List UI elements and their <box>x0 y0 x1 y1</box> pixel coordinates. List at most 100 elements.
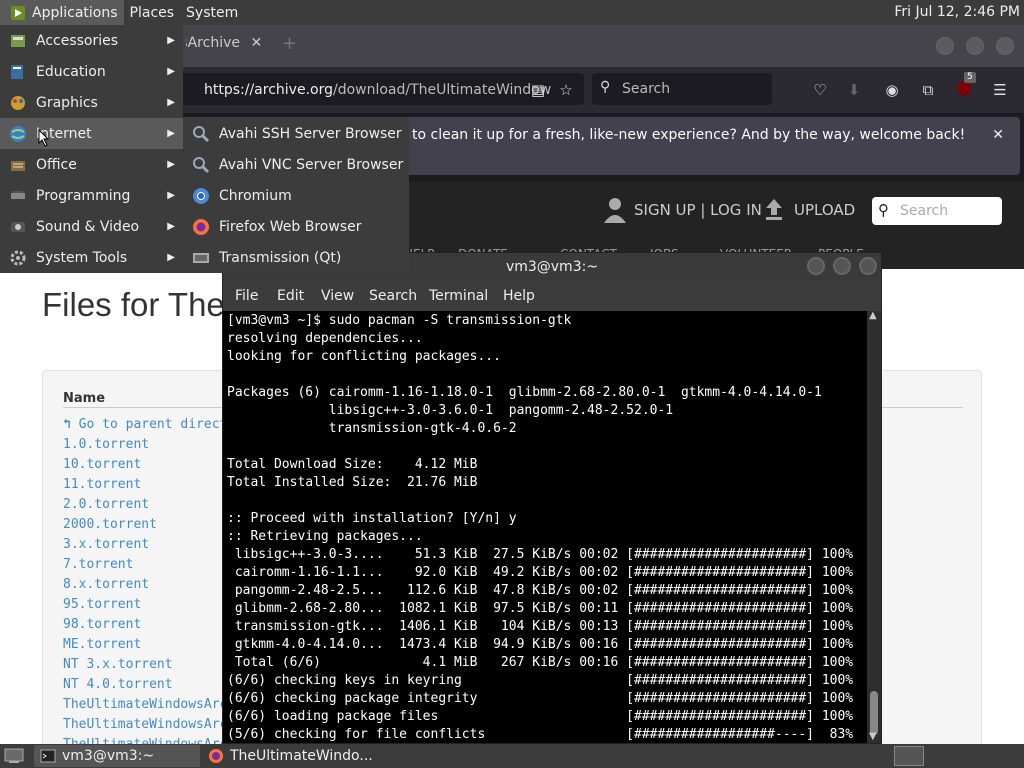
internet-submenu-item[interactable]: Avahi SSH Server Browser <box>183 118 409 149</box>
new-tab-icon[interactable]: + <box>282 33 297 54</box>
internet-submenu-item[interactable]: Firefox Web Browser <box>183 211 409 242</box>
submenu-arrow-icon: ▶ <box>167 66 175 77</box>
show-desktop-icon[interactable] <box>4 748 24 768</box>
apps-menu-item[interactable]: Programming ▶ <box>0 180 183 211</box>
notification-text: to clean it up for a fresh, like-new exp… <box>412 127 966 143</box>
apps-menu-item[interactable]: Accessories ▶ <box>0 25 183 56</box>
terminal-close-button[interactable] <box>859 257 877 275</box>
signup-login-link[interactable]: SIGN UP | LOG IN <box>634 201 762 219</box>
internet-submenu-item[interactable]: Avahi VNC Server Browser <box>183 149 409 180</box>
column-header-name[interactable]: Name <box>63 391 105 406</box>
terminal-line: libsigc++-3.0-3.6.0-1 pangomm-2.48-2.52.… <box>227 403 674 418</box>
notification-close-icon[interactable]: ✕ <box>992 127 1004 143</box>
places-menu[interactable]: Places <box>124 0 181 25</box>
upload-link[interactable]: UPLOAD <box>794 201 855 219</box>
terminal-minimize-button[interactable] <box>807 257 825 275</box>
internet-submenu-item[interactable]: Chromium <box>183 180 409 211</box>
terminal-menu-terminal[interactable]: Terminal <box>429 288 488 304</box>
accessories-icon <box>8 31 28 51</box>
terminal-line: [vm3@vm3 ~]$ sudo pacman -S transmission… <box>227 313 572 328</box>
ublock-icon[interactable]: 5 <box>954 72 976 100</box>
clock[interactable]: Fri Jul 12, 2:46 PM <box>894 4 1020 20</box>
scroll-down-arrow-icon[interactable]: ▼ <box>869 731 877 742</box>
terminal-menu-view[interactable]: View <box>321 288 354 304</box>
reader-view-icon[interactable]: ▤ <box>528 80 548 100</box>
url-bar[interactable]: https://archive.org/download/TheUltimate… <box>180 73 584 105</box>
apps-menu-item[interactable]: Education ▶ <box>0 56 183 87</box>
internet-globe-icon <box>8 124 28 144</box>
up-arrow-icon: ↰ <box>63 417 71 432</box>
system-menu[interactable]: System <box>180 0 244 25</box>
terminal-line: pangomm-2.48-2.5... 112.6 KiB 47.8 KiB/s… <box>227 583 854 598</box>
pocket-icon[interactable]: ♡ <box>810 80 830 100</box>
terminal-line: transmission-gtk... 1406.1 KiB 104 KiB/s… <box>227 619 854 634</box>
internet-submenu-item-label: Avahi VNC Server Browser <box>219 156 404 173</box>
tab-close-icon[interactable]: ✕ <box>250 35 262 51</box>
minimize-button[interactable] <box>936 37 954 55</box>
apps-menu-item-label: Accessories <box>36 32 119 49</box>
terminal-line: Total Download Size: 4.12 MiB <box>227 457 478 472</box>
archive-search-input[interactable]: ⚲ Search <box>872 197 1002 225</box>
taskbar-item-firefox[interactable]: TheUltimateWindo... <box>202 745 382 767</box>
apps-menu-item-label: Programming <box>36 187 131 204</box>
ublock-badge: 5 <box>964 72 976 83</box>
terminal-menu-search[interactable]: Search <box>369 288 417 304</box>
terminal-title: vm3@vm3:~ <box>505 259 599 275</box>
chromium-icon <box>191 186 211 206</box>
archive-search-placeholder: Search <box>900 203 949 219</box>
terminal-line: (6/6) loading package files [###########… <box>227 709 854 724</box>
internet-submenu: Avahi SSH Server Browser Avahi VNC Server… <box>183 118 409 273</box>
apps-menu-item[interactable]: Graphics ▶ <box>0 87 183 118</box>
terminal-line: (6/6) checking package integrity [######… <box>227 691 854 706</box>
sound-video-icon <box>8 217 28 237</box>
terminal-line: :: Retrieving packages... <box>227 529 423 544</box>
terminal-scroll-thumb[interactable] <box>870 691 878 735</box>
page-title: Files for The <box>42 286 225 323</box>
terminal-scrollbar[interactable]: ▲ ▼ <box>867 310 881 743</box>
terminal-line: cairomm-1.16-1.1... 92.0 KiB 49.2 KiB/s … <box>227 565 854 580</box>
maximize-button[interactable] <box>966 37 984 55</box>
apps-menu-item-label: Education <box>36 63 106 80</box>
account-icon[interactable]: ◉ <box>882 80 902 100</box>
terminal-menu-edit[interactable]: Edit <box>277 288 304 304</box>
workspace-switcher-icon[interactable] <box>894 746 924 766</box>
terminal-line: gtkmm-4.0-4.14.0... 1473.4 KiB 94.9 KiB/… <box>227 637 854 652</box>
terminal-menu-help[interactable]: Help <box>503 288 535 304</box>
terminal-line: transmission-gtk-4.0.6-2 <box>227 421 517 436</box>
bookmark-star-icon[interactable]: ☆ <box>556 80 576 100</box>
tab-title: TheUltimateWindowsArchive <box>186 35 240 51</box>
taskbar-terminal-label: vm3@vm3:~ <box>62 748 155 764</box>
graphics-icon <box>8 93 28 113</box>
taskbar-firefox-label: TheUltimateWindo... <box>230 748 373 764</box>
search-placeholder: Search <box>622 81 671 97</box>
applications-logo-icon <box>11 5 25 20</box>
apps-menu-item[interactable]: Office ▶ <box>0 149 183 180</box>
close-button[interactable] <box>996 37 1014 55</box>
applications-menu[interactable]: Applications <box>0 0 124 25</box>
internet-submenu-item[interactable]: Transmission (Qt) <box>183 242 409 273</box>
programming-icon <box>8 186 28 206</box>
terminal-line: libsigc++-3.0-3.... 51.3 KiB 27.5 KiB/s … <box>227 547 854 562</box>
downloads-icon[interactable]: ⬇ <box>844 80 864 100</box>
upload-icon <box>764 197 784 225</box>
apps-menu-item-label: Office <box>36 156 77 173</box>
top-panel: Applications Places System Fri Jul 12, 2… <box>0 0 1024 25</box>
terminal-menu-file[interactable]: File <box>235 288 258 304</box>
browser-tab[interactable]: TheUltimateWindowsArchive ✕ <box>186 35 262 61</box>
office-icon <box>8 155 28 175</box>
extensions-icon[interactable]: ⧉ <box>918 80 938 100</box>
apps-menu-item[interactable]: System Tools ▶ <box>0 242 183 273</box>
apps-menu-item-label: Sound & Video <box>36 218 140 235</box>
taskbar-item-terminal[interactable]: vm3@vm3:~ <box>34 745 200 767</box>
terminal-line: Total (6/6) 4.1 MiB 267 KiB/s 00:16 [###… <box>227 655 854 670</box>
terminal-output[interactable]: [vm3@vm3 ~]$ sudo pacman -S transmission… <box>223 311 867 743</box>
scroll-up-arrow-icon[interactable]: ▲ <box>869 310 877 321</box>
apps-menu-item-label: Graphics <box>36 94 98 111</box>
browser-search-field[interactable]: ⚲ Search <box>592 73 772 105</box>
apps-menu-item[interactable]: Internet ▶ <box>0 118 183 149</box>
user-icon <box>604 197 626 227</box>
terminal-maximize-button[interactable] <box>833 257 851 275</box>
apps-menu-item[interactable]: Sound & Video ▶ <box>0 211 183 242</box>
hamburger-menu-icon[interactable]: ☰ <box>990 80 1010 100</box>
